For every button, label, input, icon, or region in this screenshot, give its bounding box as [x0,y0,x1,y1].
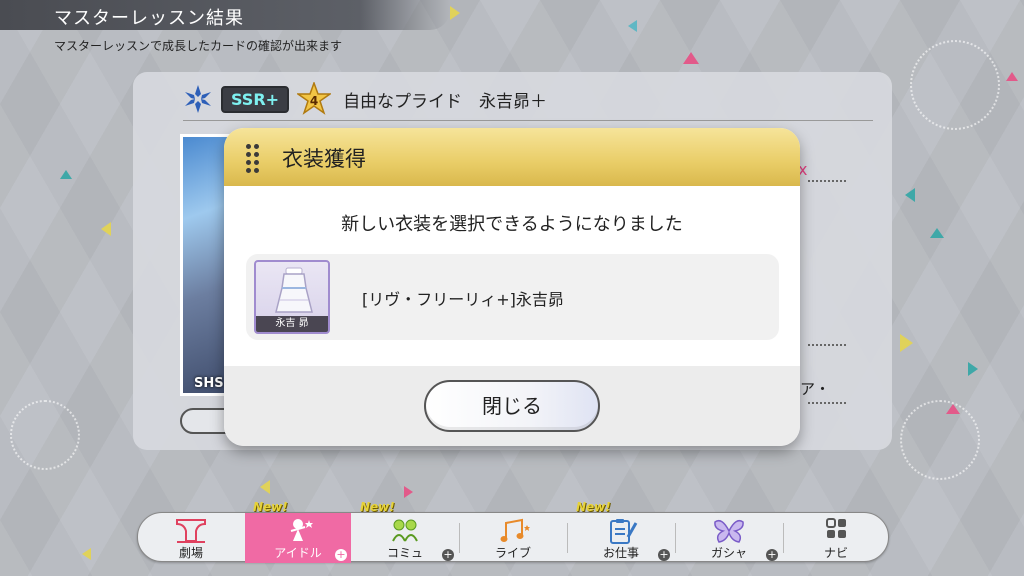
card-art-label: SHS [194,376,224,391]
close-button[interactable]: 閉じる [424,380,600,432]
nav-label: 劇場 [178,546,203,560]
side-text: ア・ [800,380,831,398]
idol-icon [290,519,313,541]
butterfly-icon [714,519,744,543]
nav-label: ライブ [494,546,531,560]
nav-item-theater[interactable]: 劇場 [138,513,244,563]
new-badge: New! [253,500,288,514]
divider [808,180,846,182]
nav-item-live[interactable]: ライブ [460,513,566,563]
nav-item-work[interactable]: New! お仕事 + [568,500,674,563]
dialog-title: 衣装獲得 [282,147,366,171]
costume-thumbnail: 永吉 昴 [254,260,330,334]
card-name: 自由なプライド 永吉昴＋ [343,91,548,112]
dialog-footer: 閉じる [224,366,800,446]
plus-icon: + [335,548,347,561]
level-star-icon: 4 [297,82,332,115]
grid-icon [826,518,846,538]
commu-icon [392,519,418,542]
divider [183,120,873,121]
plus-icon: + [442,548,454,561]
divider [808,344,846,346]
plus-icon: + [658,548,670,561]
rarity-badge: SSR+ [221,85,290,113]
card-level: 4 [310,94,318,108]
nav-item-navi[interactable]: ナビ [784,513,888,563]
drag-handle-icon [246,144,260,173]
nav-item-idol[interactable]: New! アイドル + [245,500,351,563]
new-badge: New! [576,500,611,514]
theater-icon [176,519,206,543]
nav-item-commu[interactable]: New! コミュ + [352,500,458,563]
divider [808,402,846,404]
snowflake-icon [185,85,211,113]
plus-icon: + [766,548,778,561]
page-title: マスターレッスン結果 [54,8,244,29]
dialog-message: 新しい衣装を選択できるようになりました [341,214,683,235]
thumbnail-label: 永吉 昴 [256,316,328,332]
new-badge: New! [360,500,395,514]
music-icon [500,518,530,542]
page-subtitle: マスターレッスンで成長したカードの確認が出来ます [54,39,343,53]
work-icon [610,519,638,544]
bottom-nav: 劇場 New! アイドル + New! コミュ + ライブ New! お仕事 +… [137,500,889,563]
costume-item: 永吉 昴 [リヴ・フリーリィ+]永吉昴 [246,254,779,340]
costume-acquired-dialog: 衣装獲得 新しい衣装を選択できるようになりました 永吉 昴 [リヴ・フリーリィ+… [224,128,800,446]
nav-label: ナビ [823,546,848,560]
costume-name: [リヴ・フリーリィ+]永吉昴 [362,290,564,309]
costume-icon [275,267,313,313]
dialog-header: 衣装獲得 [224,128,800,186]
nav-item-gacha[interactable]: ガシャ + [676,513,782,563]
card-header: SSR+ 4 自由なプライド 永吉昴＋ [183,82,548,115]
